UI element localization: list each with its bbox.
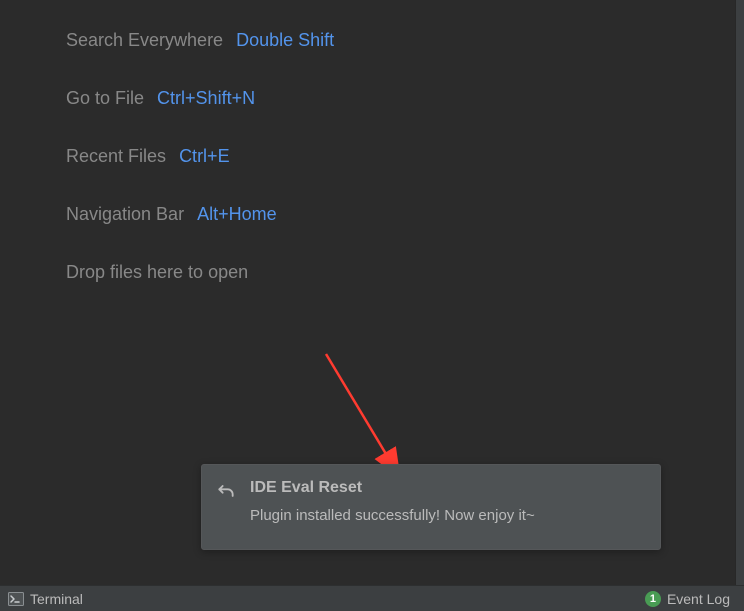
hint-shortcut: Double Shift [236,30,334,50]
undo-icon [216,481,236,501]
hint-label: Navigation Bar [66,204,184,224]
hint-label: Go to File [66,88,144,108]
terminal-icon [8,592,24,606]
hint-drop-files: Drop files here to open [66,260,334,284]
empty-state-hints: Search Everywhere Double Shift Go to Fil… [66,28,334,318]
hint-shortcut: Ctrl+E [179,146,230,166]
event-log-label: Event Log [667,591,730,607]
hint-go-to-file: Go to File Ctrl+Shift+N [66,86,334,110]
notification-title: IDE Eval Reset [250,479,644,497]
notification-body: Plugin installed successfully! Now enjoy… [250,507,644,524]
hint-navigation-bar: Navigation Bar Alt+Home [66,202,334,226]
editor-empty-area[interactable]: Search Everywhere Double Shift Go to Fil… [0,0,735,585]
event-count-badge: 1 [645,591,661,607]
hint-search-everywhere: Search Everywhere Double Shift [66,28,334,52]
event-log-button[interactable]: 1 Event Log [645,586,744,611]
hint-label: Drop files here to open [66,262,248,282]
hint-recent-files: Recent Files Ctrl+E [66,144,334,168]
right-toolwindow-gutter[interactable] [735,0,744,585]
terminal-label: Terminal [30,591,83,607]
hint-shortcut: Ctrl+Shift+N [157,88,255,108]
status-bar: Terminal 1 Event Log [0,585,744,611]
hint-label: Search Everywhere [66,30,223,50]
notification-balloon[interactable]: IDE Eval Reset Plugin installed successf… [201,464,661,550]
hint-shortcut: Alt+Home [197,204,277,224]
hint-label: Recent Files [66,146,166,166]
terminal-tool-button[interactable]: Terminal [0,586,83,611]
